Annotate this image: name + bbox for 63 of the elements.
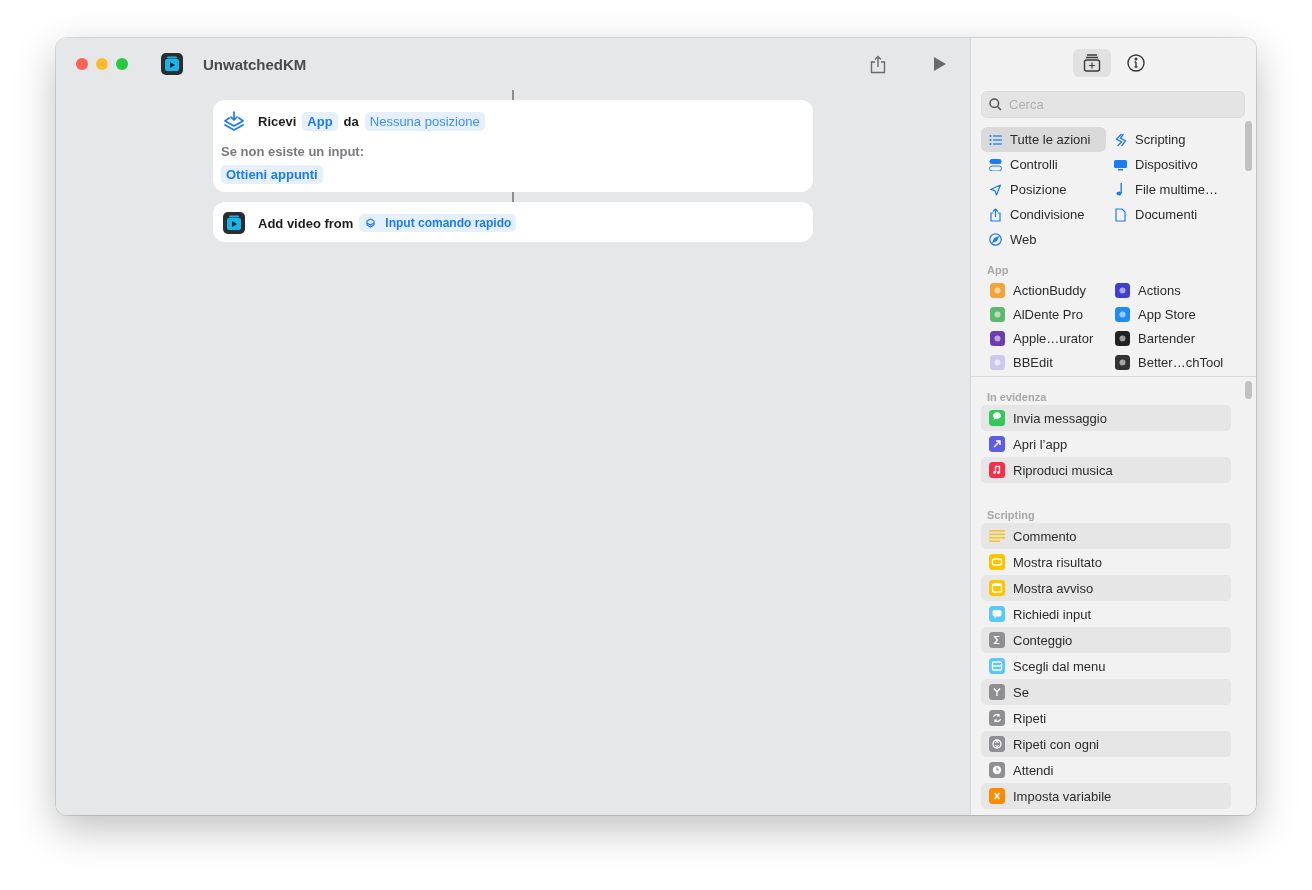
category-item[interactable]: Tutte le azioni [981,127,1106,152]
category-item[interactable]: File multime… [1106,177,1231,202]
scripting-icon [1114,132,1127,147]
action-item[interactable]: Invia messaggio [981,405,1231,431]
library-tab[interactable] [1072,49,1111,77]
category-item[interactable]: Documenti [1106,202,1231,227]
category-item[interactable]: Dispositivo [1106,152,1231,177]
stack-download-icon [223,110,245,132]
action-label: da [343,113,359,129]
app-item[interactable]: Actions [1106,278,1231,302]
share-icon [870,54,886,74]
zoom-button[interactable] [116,58,128,70]
close-button[interactable] [76,58,88,70]
action-item[interactable]: Conteggio [981,627,1231,653]
location-arrow-icon [989,183,1002,196]
action-item[interactable]: Attendi [981,757,1231,783]
section-header: Scripting [987,508,1035,521]
action-item[interactable]: Commento [981,523,1231,549]
app-icon [223,212,245,234]
action-label: Add video from [258,215,354,231]
shortcut-icon [366,218,376,228]
action-item[interactable]: Se [981,679,1231,705]
action-item[interactable]: Richiedi input [981,601,1231,627]
compass-icon [989,233,1002,246]
app-item[interactable]: App Store [1106,302,1231,326]
fallback-label: Se non esiste un input: [221,144,365,159]
app-item[interactable]: Apple…urator [981,326,1106,350]
action-item[interactable]: Ripeti con ogni [981,731,1231,757]
app-item[interactable]: Bartender [1106,326,1231,350]
share-icon [989,207,1002,222]
action-item[interactable]: Scegli dal menu [981,653,1231,679]
app-item[interactable]: Better…chTool [1106,350,1231,374]
library-icon [1081,53,1102,73]
search-icon [989,98,1002,111]
action-item[interactable]: Apri l’app [981,431,1231,457]
app-icon [161,53,183,75]
category-item[interactable]: Web [981,227,1106,252]
app-item[interactable]: BBEdit [981,350,1106,374]
scrollbar-thumb[interactable] [1245,121,1252,171]
toggle-icon [989,158,1002,171]
action-item[interactable]: Mostra avviso [981,575,1231,601]
play-icon [934,57,946,71]
category-item[interactable]: Condivisione [981,202,1106,227]
action-card[interactable]: Add video from Input comando rapido [213,202,813,242]
app-item[interactable]: AlDente Pro [981,302,1106,326]
category-item[interactable]: Scripting [1106,127,1231,152]
list-icon [989,133,1002,146]
minimize-button[interactable] [96,58,108,70]
action-item[interactable]: Imposta variabile [981,783,1231,809]
section-header: App [987,263,1009,276]
action-label: Ricevi [258,113,297,129]
monitor-icon [1114,158,1127,171]
info-icon [1125,53,1146,73]
category-item[interactable]: Controlli [981,152,1106,177]
scrollbar-thumb[interactable] [1245,381,1252,399]
document-icon [1114,207,1127,222]
action-item[interactable]: Ripeti [981,705,1231,731]
window-title: UnwatchedKM [203,55,307,73]
section-header: In evidenza [987,390,1047,403]
app-item[interactable]: ActionBuddy [981,278,1106,302]
category-item[interactable]: Posizione [981,177,1106,202]
action-item[interactable]: Mostra risultato [981,549,1231,575]
action-item[interactable]: Riproduci musica [981,457,1231,483]
